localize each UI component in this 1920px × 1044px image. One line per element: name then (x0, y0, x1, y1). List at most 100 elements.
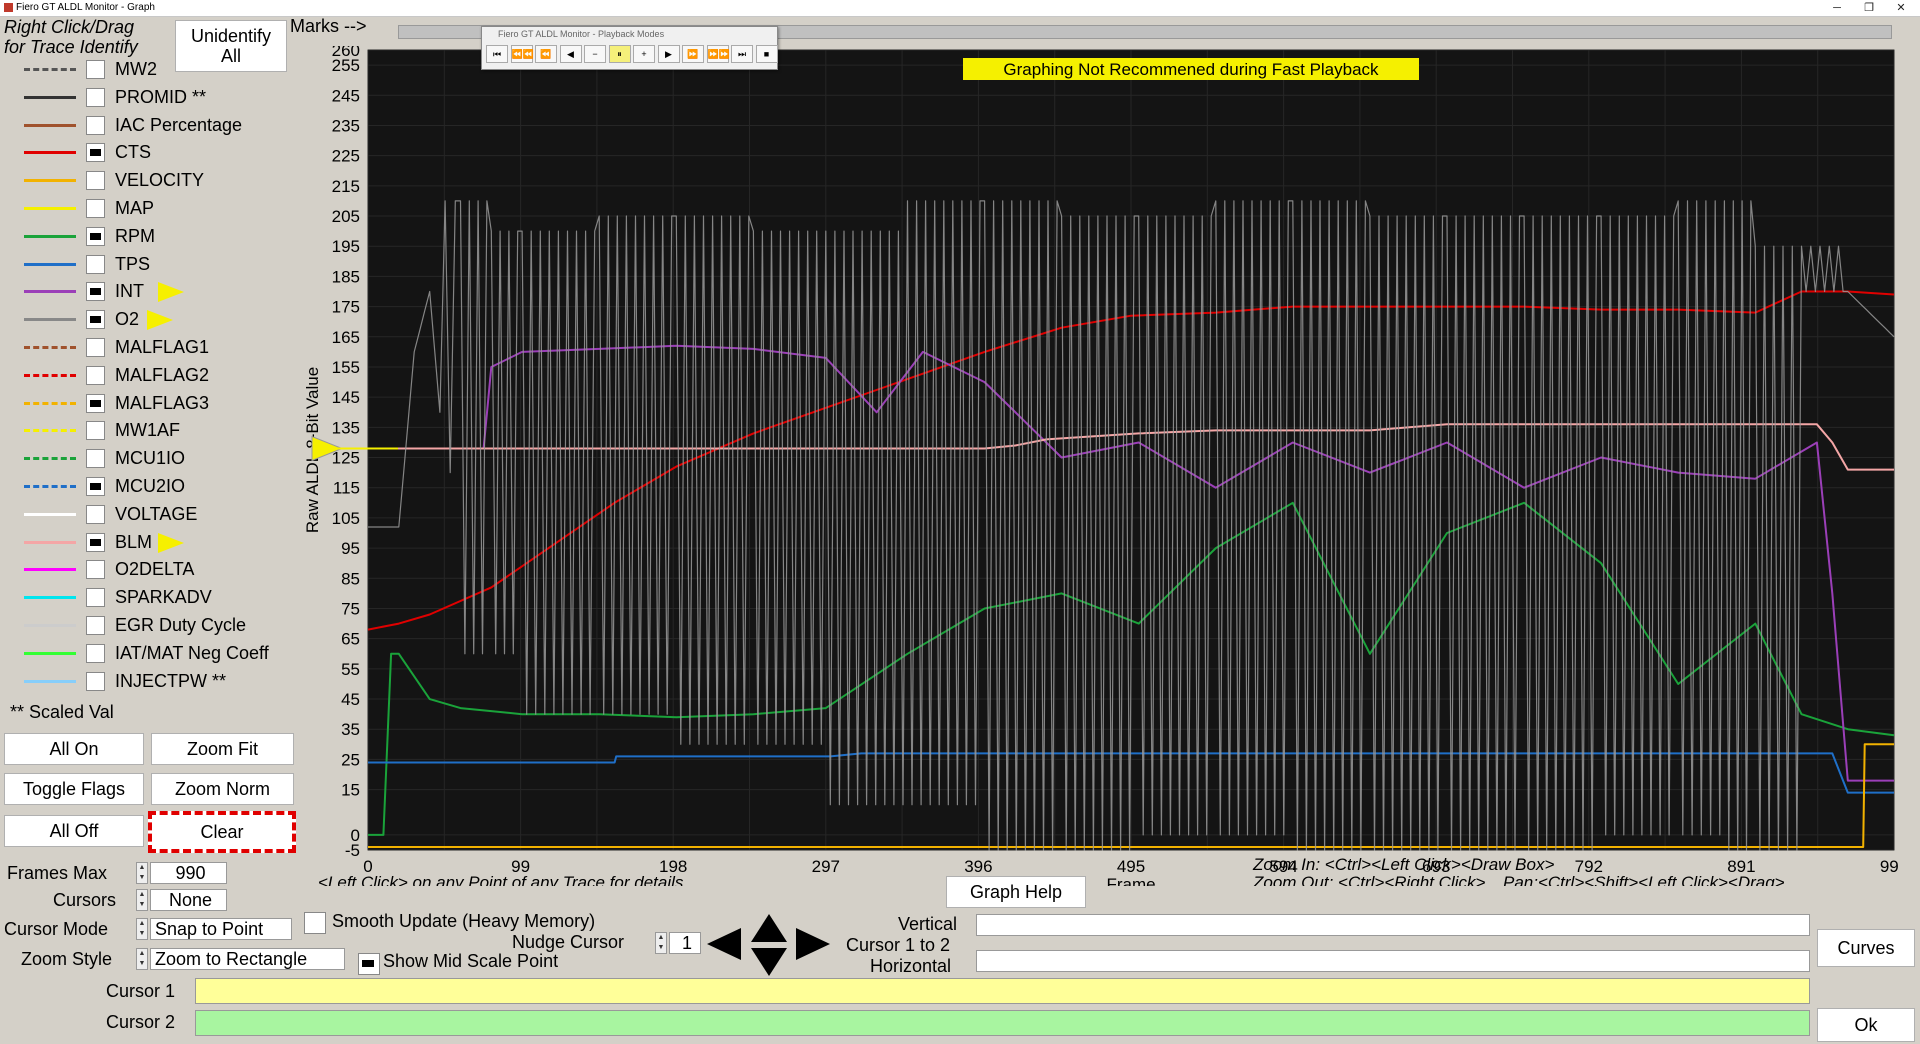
y-tick-label: -5 (345, 841, 360, 860)
legend-checkbox[interactable] (86, 199, 105, 218)
legend-checkbox[interactable] (86, 87, 105, 107)
playback-button-5[interactable]: ⏸ (608, 45, 631, 63)
smooth-update-checkbox[interactable] (304, 912, 326, 934)
frames-max-spinner[interactable]: ▲ ▼ (136, 862, 148, 884)
cursors-select[interactable]: None (150, 889, 227, 911)
legend-row-velocity[interactable]: VELOCITY (20, 169, 295, 193)
cursors-spinner[interactable]: ▲ ▼ (136, 889, 148, 911)
playback-button-4[interactable]: − (584, 45, 606, 63)
legend-checkbox[interactable] (86, 282, 105, 302)
legend-row-egr-duty-cycle[interactable]: EGR Duty Cycle (20, 614, 295, 638)
playback-button-3[interactable]: ◀ (559, 45, 582, 63)
playback-button-6[interactable]: + (633, 45, 655, 63)
legend-checkbox[interactable] (86, 643, 105, 663)
legend-row-cts[interactable]: CTS (20, 141, 295, 165)
nudge-input[interactable]: 1 (669, 932, 701, 954)
clear-button[interactable]: Clear (148, 811, 296, 853)
legend-checkbox[interactable] (86, 421, 105, 441)
zoom-fit-button[interactable]: Zoom Fit (151, 733, 294, 765)
playback-button-9[interactable]: ⏩⏩ (706, 45, 730, 63)
legend-row-injectpw[interactable]: INJECTPW ** (20, 670, 295, 694)
playback-button-8[interactable]: ⏩ (682, 45, 704, 63)
legend-checkbox[interactable] (86, 310, 105, 330)
legend-checkbox[interactable] (86, 393, 105, 413)
legend-row-sparkadv[interactable]: SPARKADV (20, 586, 295, 610)
legend-checkbox[interactable] (86, 226, 105, 246)
legend-row-voltage[interactable]: VOLTAGE (20, 503, 295, 527)
legend-row-int[interactable]: INT (20, 280, 295, 304)
nudge-spinner[interactable]: ▲ ▼ (655, 932, 667, 954)
zoom-style-select[interactable]: Zoom to Rectangle (150, 948, 345, 970)
show-mid-checkbox[interactable] (358, 953, 380, 975)
frames-max-input[interactable]: 990 (150, 862, 227, 884)
nudge-down-icon[interactable] (751, 948, 787, 976)
legend-row-malflag3[interactable]: MALFLAG3 (20, 392, 295, 416)
nudge-right-icon[interactable] (796, 928, 830, 960)
curves-button[interactable]: Curves (1817, 929, 1915, 967)
legend-row-o2delta[interactable]: O2DELTA (20, 558, 295, 582)
toggle-flags-button[interactable]: Toggle Flags (4, 773, 144, 805)
y-tick-label: 245 (332, 86, 360, 105)
marks-label: Marks --> (290, 16, 367, 36)
legend-row-tps[interactable]: TPS (20, 253, 295, 277)
playback-button-1[interactable]: ⏪⏪ (510, 45, 534, 63)
minimize-button[interactable]: ─ (1820, 0, 1854, 16)
nudge-left-icon[interactable] (707, 928, 741, 960)
legend-checkbox[interactable] (86, 588, 105, 608)
legend-line-swatch (24, 95, 76, 99)
legend-checkbox[interactable] (86, 560, 105, 580)
legend-checkbox[interactable] (86, 616, 105, 635)
legend-row-iac-percentage[interactable]: IAC Percentage (20, 114, 295, 138)
legend-checkbox[interactable] (86, 449, 105, 469)
legend-checkbox[interactable] (86, 504, 105, 524)
legend-row-o2[interactable]: O2 (20, 308, 295, 332)
zoom-style-label: Zoom Style (21, 949, 113, 969)
legend-row-promid[interactable]: PROMID ** (20, 86, 295, 110)
trace-flag-icon[interactable] (158, 282, 184, 303)
legend-row-rpm[interactable]: RPM (20, 225, 295, 249)
restore-button[interactable]: ❐ (1852, 0, 1886, 16)
legend-row-blm[interactable]: BLM (20, 531, 295, 555)
legend-checkbox[interactable] (86, 365, 105, 385)
legend-checkbox[interactable] (86, 671, 105, 691)
legend-checkbox[interactable] (86, 338, 105, 357)
legend-row-mw2[interactable]: MW2 (20, 58, 295, 82)
zoom-norm-button[interactable]: Zoom Norm (151, 773, 294, 805)
legend-checkbox[interactable] (86, 532, 105, 552)
legend-row-malflag1[interactable]: MALFLAG1 (20, 336, 295, 360)
legend-label: IAT/MAT Neg Coeff (115, 642, 269, 663)
all-off-button[interactable]: All Off (4, 815, 144, 847)
all-on-button[interactable]: All On (4, 733, 144, 765)
zoom-style-spinner[interactable]: ▲ ▼ (136, 948, 148, 970)
close-button[interactable]: ✕ (1884, 0, 1918, 16)
graph-help-button[interactable]: Graph Help (946, 876, 1086, 908)
cursor-mode-select[interactable]: Snap to Point (150, 918, 292, 940)
legend-row-map[interactable]: MAP (20, 197, 295, 221)
chart-svg[interactable]: 2602552452352252152051951851751651551451… (306, 46, 1898, 886)
legend-line-swatch (24, 679, 76, 683)
legend-checkbox[interactable] (86, 477, 105, 496)
trace-flag-icon[interactable] (158, 532, 184, 553)
ok-button[interactable]: Ok (1817, 1008, 1915, 1042)
playback-button-7[interactable]: ▶ (657, 45, 680, 63)
legend-checkbox[interactable] (86, 60, 105, 79)
nudge-up-icon[interactable] (751, 914, 787, 942)
legend-checkbox[interactable] (86, 254, 105, 274)
playback-window[interactable]: Fiero GT ALDL Monitor - Playback Modes ⏮… (481, 26, 778, 70)
legend-checkbox[interactable] (86, 171, 105, 191)
legend-row-mcu1io[interactable]: MCU1IO (20, 447, 295, 471)
legend-checkbox[interactable] (86, 143, 105, 163)
legend-row-malflag2[interactable]: MALFLAG2 (20, 364, 295, 388)
legend-checkbox[interactable] (86, 115, 105, 135)
legend-row-mw1af[interactable]: MW1AF (20, 419, 295, 443)
legend-row-mcu2io[interactable]: MCU2IO (20, 475, 295, 499)
trace-flag-icon[interactable] (147, 310, 173, 331)
playback-button-2[interactable]: ⏪ (535, 45, 557, 63)
playback-button-11[interactable]: ■ (755, 45, 778, 63)
scaled-value-note: ** Scaled Val (10, 702, 114, 722)
y-tick-label: 85 (341, 569, 360, 588)
playback-button-10[interactable]: ⏭ (731, 45, 753, 63)
playback-button-0[interactable]: ⏮ (486, 45, 508, 63)
cursor-mode-spinner[interactable]: ▲ ▼ (136, 918, 148, 940)
legend-row-iat-mat-neg-coeff[interactable]: IAT/MAT Neg Coeff (20, 642, 295, 666)
